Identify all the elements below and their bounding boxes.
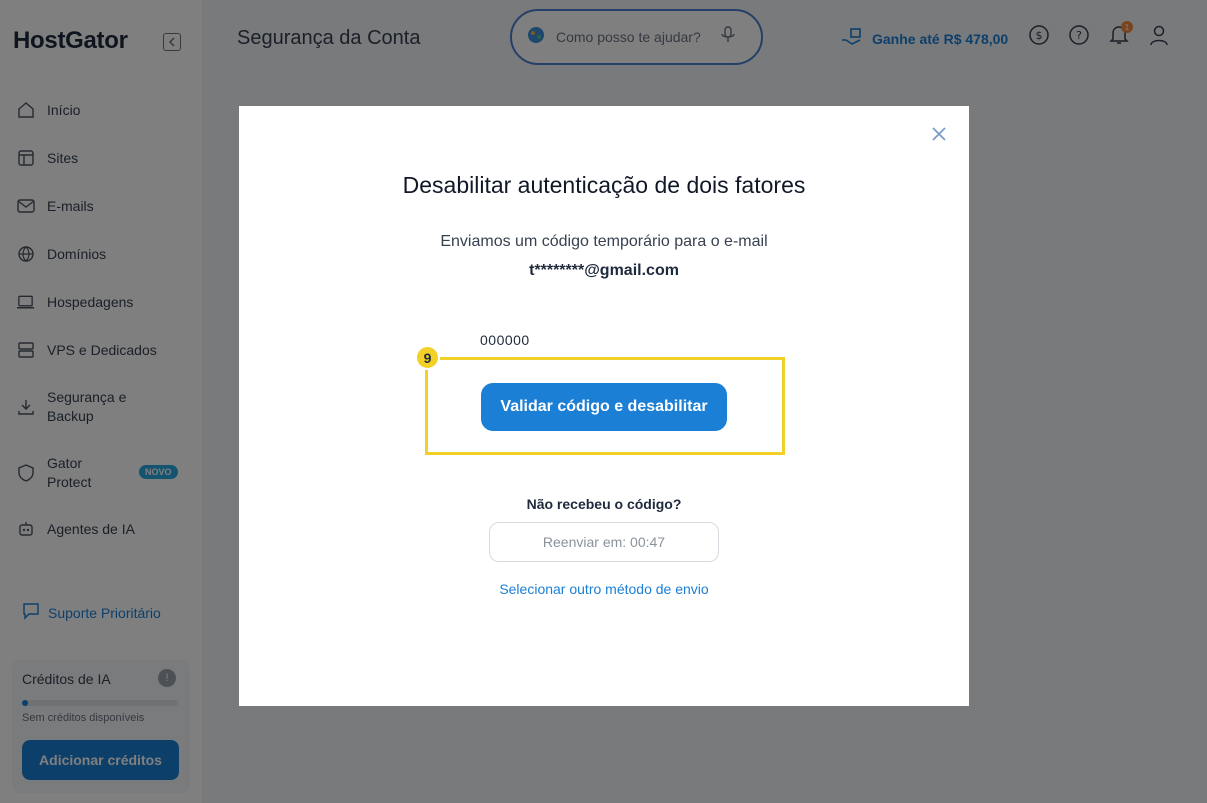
alternate-method-link[interactable]: Selecionar outro método de envio [239, 581, 969, 597]
modal-message: Enviamos um código temporário para o e-m… [440, 233, 768, 250]
verification-code-field[interactable]: 000000 [480, 332, 530, 348]
disable-2fa-modal: Desabilitar autenticação de dois fatores… [239, 106, 969, 706]
resend-question: Não recebeu o código? [526, 496, 682, 512]
masked-email: t********@gmail.com [529, 262, 679, 279]
resend-code-button[interactable]: Reenviar em: 00:47 [489, 522, 719, 562]
validate-and-disable-button[interactable]: Validar código e desabilitar [481, 383, 727, 431]
modal-title: Desabilitar autenticação de dois fatores [402, 172, 806, 198]
close-icon[interactable] [927, 122, 951, 146]
step-number-marker: 9 [415, 345, 440, 370]
